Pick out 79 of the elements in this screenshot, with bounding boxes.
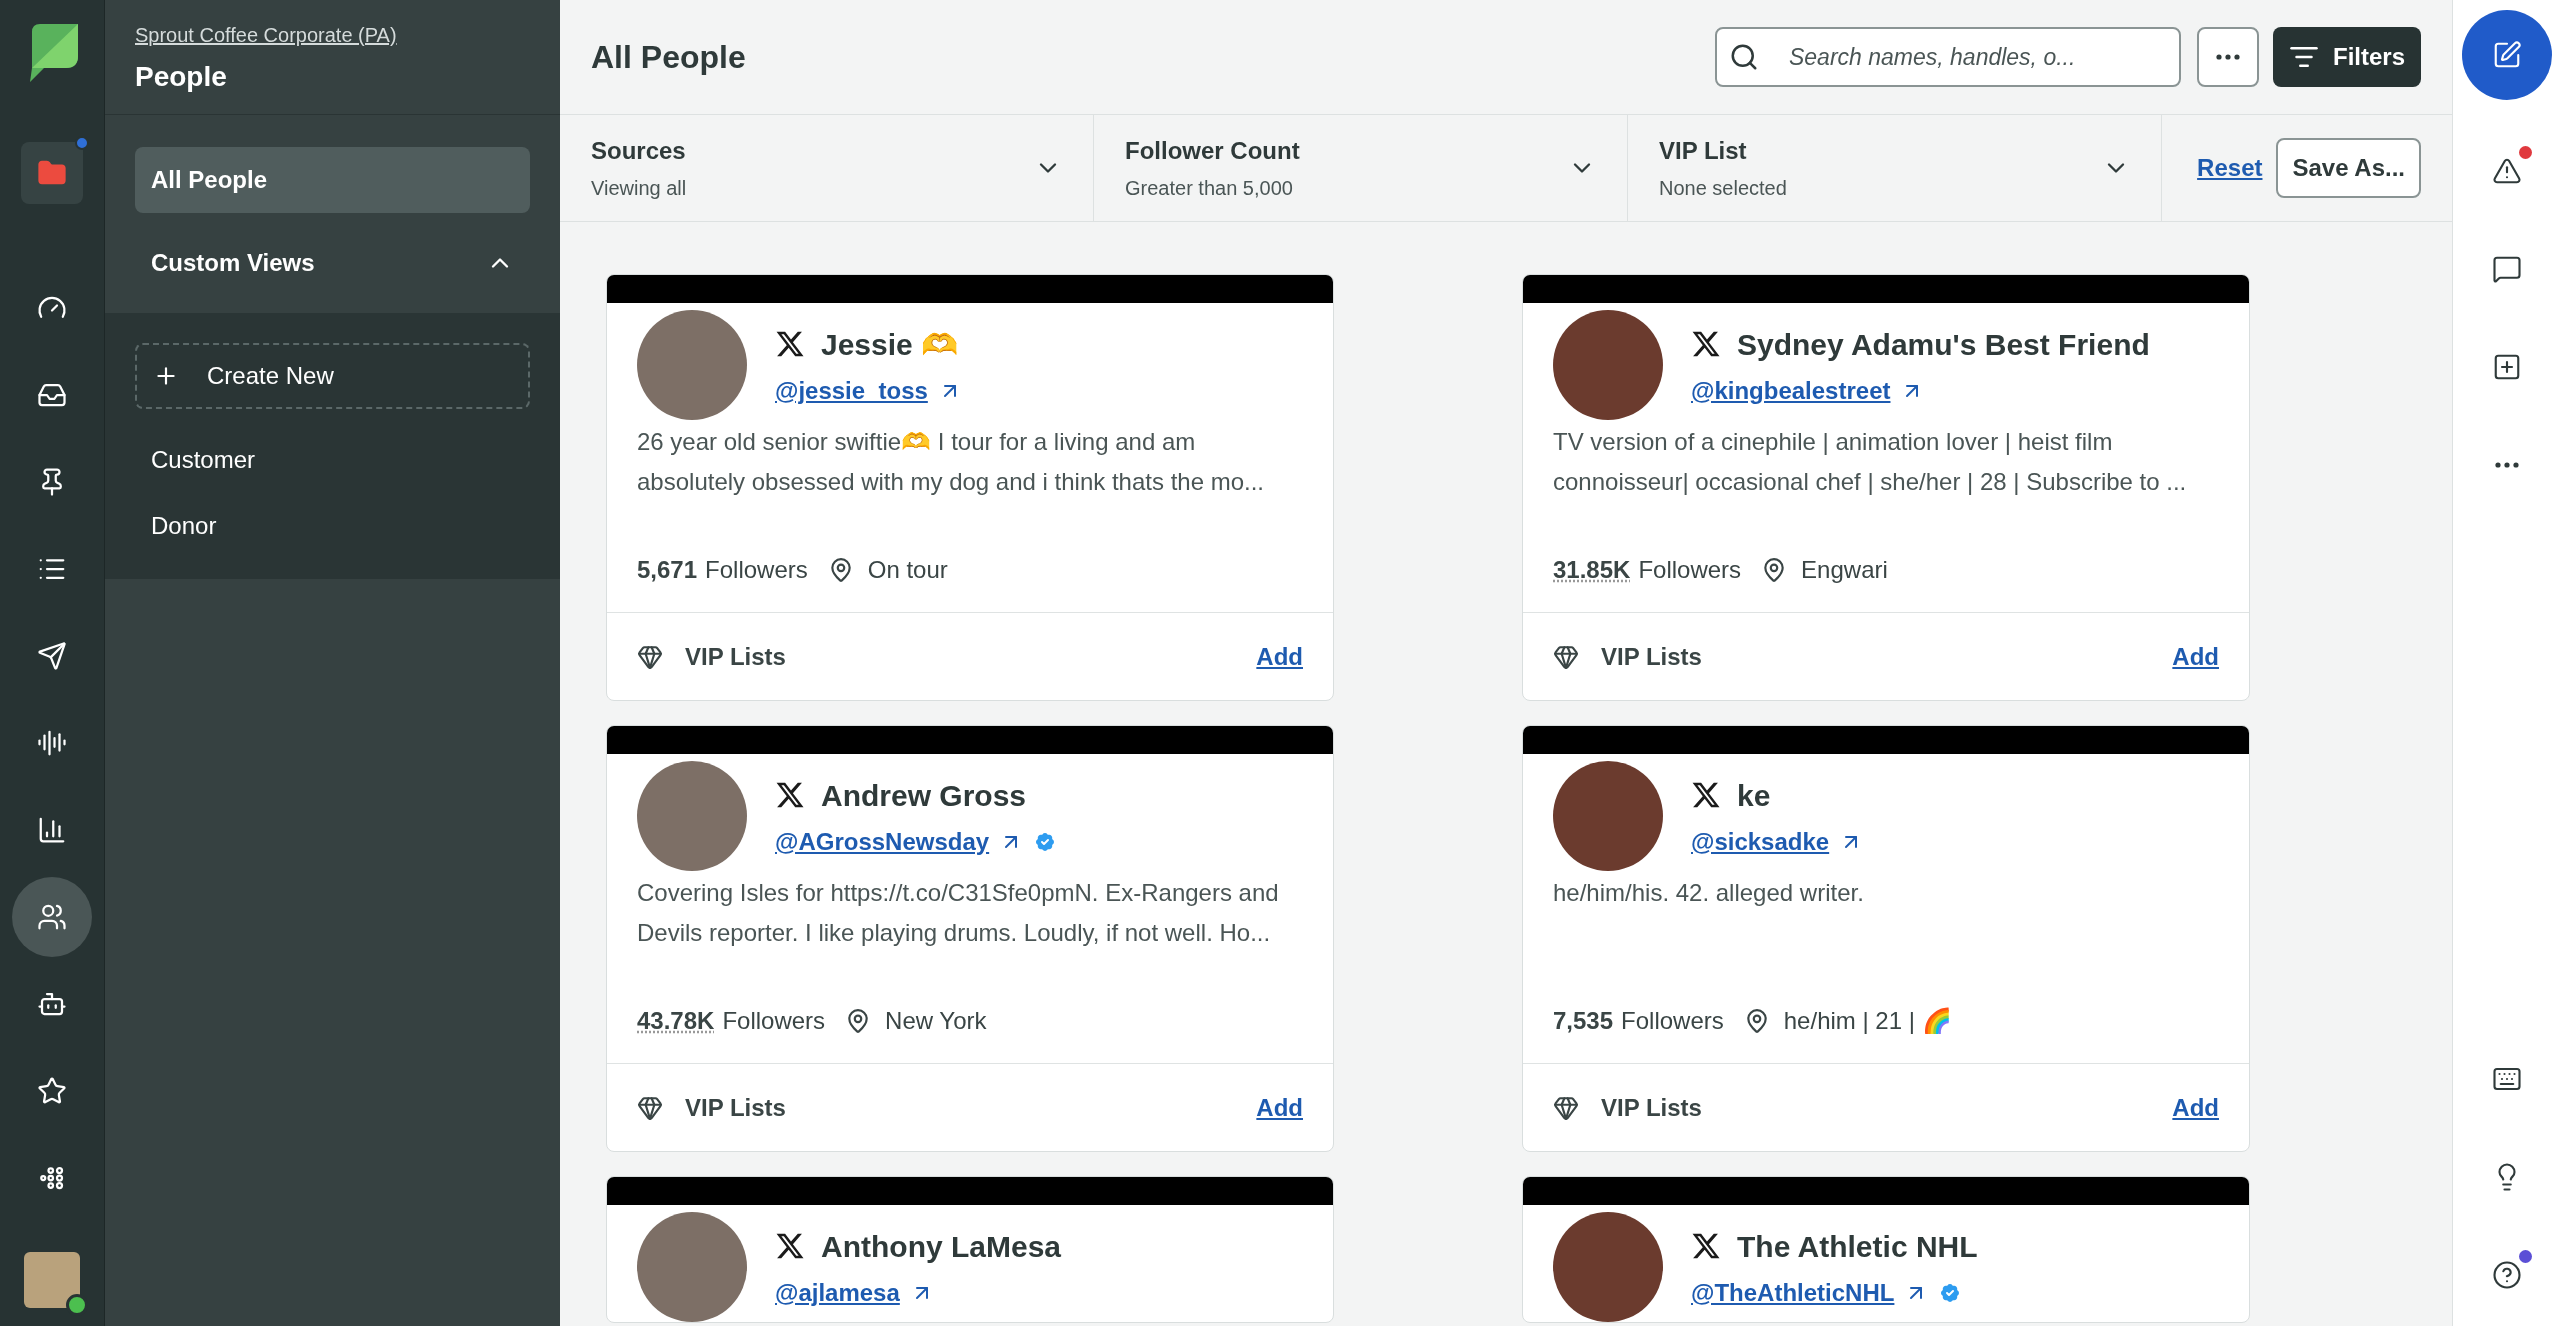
handle-link[interactable]: @TheAthleticNHL [1691,1274,1895,1311]
vip-lists-label: VIP Lists [685,641,786,672]
x-logo-icon [1691,1231,1721,1261]
filter-dropdown[interactable]: Sources Viewing all [560,115,1094,221]
profile-name: Andrew Gross [821,777,1027,814]
nav-item[interactable]: All People [135,147,530,213]
gem-icon [1553,1094,1579,1121]
audio-lines-icon [37,728,67,758]
location-text: On tour [867,555,948,585]
gem-icon [637,643,663,670]
profile-name: ke [1737,777,1771,814]
x-logo-icon [1691,329,1721,359]
followers-label: Followers [1638,555,1742,585]
filters-button[interactable]: Filters [2272,27,2421,87]
account-link[interactable]: Sprout Coffee Corporate (PA) [135,20,530,50]
location-text: New York [885,1006,987,1036]
alert-icon [2491,156,2522,186]
filter-value: Greater than 5,000 [1125,176,1294,201]
chat-icon [2491,254,2522,284]
handle-link[interactable]: @jessie_toss [775,372,928,409]
handle-link[interactable]: @kingbealestreet [1691,372,1891,409]
reset-link[interactable]: Reset [2197,150,2263,186]
add-link[interactable]: Add [1256,1089,1303,1126]
bar-chart-icon [37,815,67,845]
add-link[interactable]: Add [2172,638,2219,675]
user-avatar[interactable] [24,1252,80,1308]
handle-link[interactable]: @sicksadke [1691,823,1830,860]
x-logo-icon [775,1231,805,1261]
profile-name: Jessie 🫶 [821,326,959,363]
search-field[interactable]: Search names, handles, o... [1714,27,2181,87]
send-icon [37,641,67,671]
profile-bio: TV version of a cinephile | animation lover | heist film connoisseur| occasional chef | she/her | 28 | Subscribe to ... [1553,427,2188,497]
profile-bio: Covering Isles for https://t.co/C31Sfe0pmN. Ex-Rangers and Devils reporter. I like playing drums. Loudly, if not well. Ho... [637,878,1280,948]
save-as-button[interactable]: Save As... [2276,138,2421,198]
follower-count: 7,535 [1553,1006,1614,1036]
filter-label: Follower Count [1125,136,1300,166]
custom-view-item[interactable]: Customer [135,427,530,493]
follower-count: 5,671 [637,555,698,585]
gem-icon [637,1094,663,1121]
profile-name: The Athletic NHL [1737,1228,1978,1265]
custom-view-item[interactable]: Donor [135,493,530,559]
help-icon [2491,1260,2522,1290]
add-link[interactable]: Add [1256,638,1303,675]
followers-label: Followers [705,555,808,585]
more-icon [2494,462,2519,468]
profile-name: Anthony LaMesa [821,1228,1062,1265]
followers-label: Followers [722,1006,826,1036]
section-heading: Custom Views [151,248,315,278]
filter-value: None selected [1659,176,1787,201]
page-heading: All People [591,38,746,77]
x-logo-icon [775,329,805,359]
more-options-button[interactable] [2196,27,2259,87]
profile-bio: he/him/his. 42. alleged writer. [1553,878,1865,908]
handle-link[interactable]: @ajlamesa [775,1274,900,1311]
filter-label: VIP List [1659,136,1748,166]
vip-lists-label: VIP Lists [685,1092,786,1123]
followers-label: Followers [1621,1006,1724,1036]
profile-bio: 26 year old senior swiftie🫶 I tour for a living and am absolutely obsessed with my dog and i think thats the mo... [637,427,1265,497]
gem-icon [1553,643,1579,670]
location-text: he/him | 21 | 🌈 [1783,1006,1952,1036]
profile-name: Sydney Adamu's Best Friend [1737,326,2150,363]
add-link[interactable]: Add [2172,1089,2219,1126]
follower-count: 31.85K [1553,555,1631,585]
handle-link[interactable]: @AGrossNewsday [775,823,990,860]
filter-value: Viewing all [591,176,687,201]
filter-label: Sources [591,136,687,166]
vip-lists-label: VIP Lists [1601,641,1702,672]
x-logo-icon [775,780,805,810]
follower-count: 43.78K [637,1006,715,1036]
star-icon [37,1076,67,1106]
vip-lists-label: VIP Lists [1601,1092,1702,1123]
more-icon [2215,54,2240,60]
people-icon [37,902,67,932]
page-title: People [135,60,228,94]
x-logo-icon [1691,780,1721,810]
location-text: Engwari [1801,555,1888,585]
create-new-button[interactable]: Create New [135,343,530,409]
filter-dropdown[interactable]: VIP List None selected [1628,115,2162,221]
filter-dropdown[interactable]: Follower Count Greater than 5,000 [1094,115,1628,221]
